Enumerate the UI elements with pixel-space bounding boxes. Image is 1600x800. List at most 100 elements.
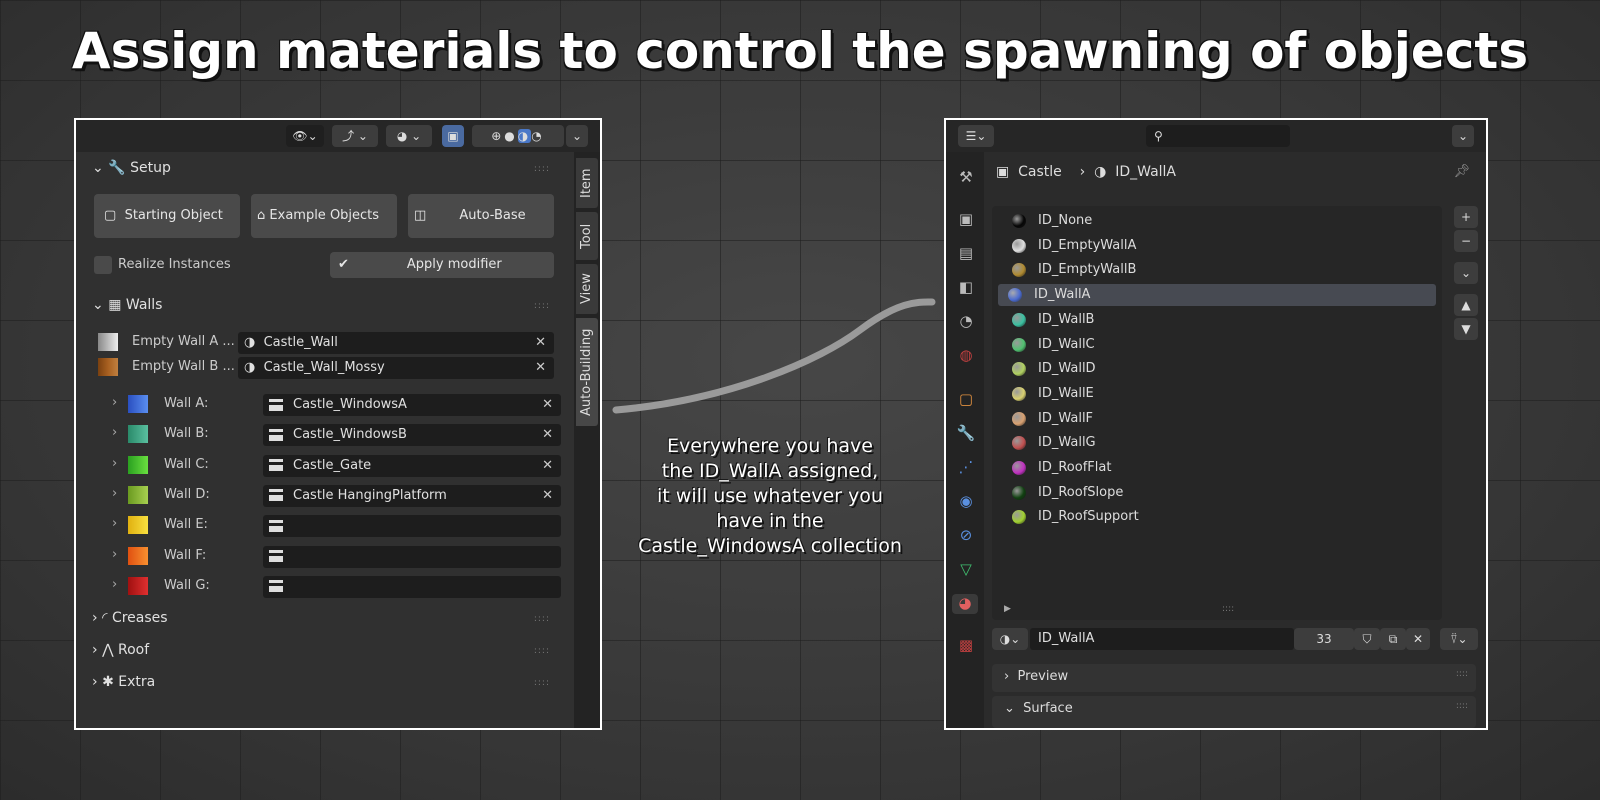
tab-tool[interactable]: Tool [576, 212, 598, 260]
view-layer-icon[interactable]: ◧ [956, 278, 976, 298]
search-input[interactable]: ⚲ [1146, 125, 1290, 147]
empty-wall-material-field[interactable]: ◑ Castle_Wall_Mossy ✕ [238, 357, 554, 379]
walls-panel-header[interactable]: ⌄ ▦ Walls [92, 297, 162, 313]
selectability-visibility-icon[interactable]: 👁⌄ [286, 125, 324, 147]
scene-icon[interactable]: ◔ [956, 312, 976, 332]
material-slot[interactable]: ID_RoofFlat [1002, 457, 1386, 479]
preview-panel-header[interactable]: › Preview:::: [992, 664, 1476, 692]
material-slot[interactable]: ID_WallA [998, 284, 1436, 307]
particles-icon[interactable]: ⋰ [956, 458, 976, 478]
material-slot[interactable]: ID_WallB [1002, 309, 1386, 331]
object-icon[interactable]: ▢ [956, 390, 976, 410]
realize-instances-checkbox[interactable] [94, 256, 112, 274]
data-icon[interactable]: ▽ [956, 560, 976, 580]
material-slot[interactable]: ID_RoofSupport [1002, 506, 1386, 528]
surface-panel-header[interactable]: ⌄ Surface:::: [992, 696, 1476, 728]
tab-auto-building[interactable]: Auto-Building [576, 318, 598, 426]
duplicate-icon[interactable]: ⧉ [1380, 628, 1406, 650]
auto-base-button[interactable]: ◫ Auto-Base [408, 194, 554, 238]
rendered-icon[interactable]: ◔ [531, 129, 544, 143]
clear-icon[interactable]: ✕ [542, 394, 553, 416]
wireframe-icon[interactable]: ⊕ [491, 129, 504, 143]
roof-panel-header[interactable]: › ⋀ Roof [92, 642, 149, 658]
apply-modifier-toggle[interactable]: ✔ Apply modifier [330, 252, 554, 278]
extra-panel-header[interactable]: › ✱ Extra [92, 674, 155, 690]
clear-icon[interactable]: ✕ [542, 485, 553, 507]
clear-icon[interactable]: ✕ [535, 357, 546, 379]
remove-slot-button[interactable]: − [1454, 230, 1478, 252]
solid-icon[interactable]: ● [504, 129, 517, 143]
material-tab-icon[interactable]: ◕ [952, 594, 978, 614]
wall-collection-field[interactable]: Castle HangingPlatform ✕ [263, 484, 561, 507]
drag-grip[interactable]: :::: [534, 614, 550, 624]
creases-panel-header[interactable]: › ◜ Creases [92, 610, 168, 626]
user-count[interactable]: 33 [1294, 628, 1354, 650]
tab-item[interactable]: Item [576, 158, 598, 208]
empty-wall-material-field[interactable]: ◑ Castle_Wall ✕ [238, 332, 554, 354]
unlink-close-icon[interactable]: ✕ [1406, 628, 1430, 650]
overlays-icon[interactable]: ◕ ⌄ [386, 125, 432, 147]
material-slot[interactable]: ID_EmptyWallB [1002, 259, 1386, 281]
wall-collection-field[interactable]: Castle_WindowsA ✕ [263, 394, 561, 416]
starting-object-button[interactable]: ▢ Starting Object [94, 194, 240, 238]
material-ball-icon [1012, 436, 1026, 451]
move-up-button[interactable]: ▲ [1454, 294, 1478, 316]
xray-icon[interactable]: ▣ [442, 125, 464, 147]
material-slot[interactable]: ID_WallD [1002, 358, 1386, 380]
shading-modes[interactable]: ⊕●◑◔ [472, 125, 564, 147]
material-slot[interactable]: ID_WallF [1002, 408, 1386, 430]
options-chevron-icon[interactable]: ⌄ [1452, 125, 1474, 147]
setup-panel-header[interactable]: ⌄ 🔧 Setup [92, 160, 171, 176]
clear-icon[interactable]: ✕ [542, 424, 553, 446]
tool-icon[interactable]: ⚒ [956, 168, 976, 188]
expand-chevron-icon[interactable]: › [112, 395, 117, 410]
gizmo-icon[interactable]: ⤴ ⌄ [332, 125, 378, 147]
expand-chevron-icon[interactable]: › [112, 425, 117, 440]
clear-icon[interactable]: ✕ [542, 455, 553, 477]
world-icon[interactable]: ◍ [956, 346, 976, 366]
expand-chevron-icon[interactable]: › [112, 547, 117, 562]
example-objects-button[interactable]: ⌂ Example Objects [251, 194, 397, 238]
expand-chevron-icon[interactable]: › [112, 456, 117, 471]
wall-collection-field[interactable] [263, 515, 561, 538]
link-type-icon[interactable]: ⍢⌄ [1440, 628, 1478, 650]
editor-type-icon[interactable]: ☰⌄ [958, 125, 994, 147]
drag-grip[interactable]: :::: [534, 164, 550, 174]
fake-user-shield-icon[interactable]: ⛉ [1354, 628, 1380, 650]
drag-grip[interactable]: :::: [534, 301, 550, 311]
wall-collection-field[interactable]: Castle_Gate ✕ [263, 454, 561, 477]
clear-icon[interactable]: ✕ [535, 332, 546, 354]
add-slot-button[interactable]: + [1454, 206, 1478, 228]
physics-icon[interactable]: ◉ [956, 492, 976, 512]
material-slot[interactable]: ID_WallE [1002, 383, 1386, 405]
move-down-button[interactable]: ▼ [1454, 318, 1478, 340]
material-slot[interactable]: ID_EmptyWallA [1002, 235, 1386, 257]
pin-icon[interactable]: 📌︎ [1453, 164, 1470, 179]
chevron-down-icon[interactable]: ⌄ [566, 125, 588, 147]
material-slot[interactable]: ID_WallC [1002, 334, 1386, 356]
expand-chevron-icon[interactable]: › [112, 577, 117, 592]
resize-grip[interactable]: :::: [1222, 604, 1234, 614]
expand-chevron-icon[interactable]: › [112, 516, 117, 531]
modifier-wrench-icon[interactable]: 🔧 [956, 424, 976, 444]
expand-chevron-icon[interactable]: › [112, 486, 117, 501]
drag-grip[interactable]: :::: [534, 646, 550, 656]
browse-material-button[interactable]: ◑⌄ [992, 628, 1028, 650]
render-icon[interactable]: ▣ [956, 210, 976, 230]
drag-grip[interactable]: :::: [534, 678, 550, 688]
output-icon[interactable]: ▤ [956, 244, 976, 264]
material-preview-icon[interactable]: ◑ [517, 129, 532, 143]
material-slot[interactable]: ID_None [1002, 210, 1386, 232]
material-name-field[interactable]: ID_WallA [1030, 628, 1294, 650]
constraints-icon[interactable]: ⊘ [956, 526, 976, 546]
texture-icon[interactable]: ▩ [956, 636, 976, 656]
wall-collection-field[interactable]: Castle_WindowsB ✕ [263, 424, 561, 447]
material-slot[interactable]: ID_WallG [1002, 432, 1386, 454]
tab-view[interactable]: View [576, 264, 598, 314]
wall-collection-field[interactable] [263, 545, 561, 568]
slot-specials-chevron[interactable]: ⌄ [1454, 262, 1478, 284]
material-slot[interactable]: ID_RoofSlope [1002, 482, 1386, 504]
wall-collection-field[interactable] [263, 575, 561, 598]
expand-icon[interactable]: ▶ [1004, 604, 1011, 614]
wall-color-swatch [128, 516, 148, 535]
